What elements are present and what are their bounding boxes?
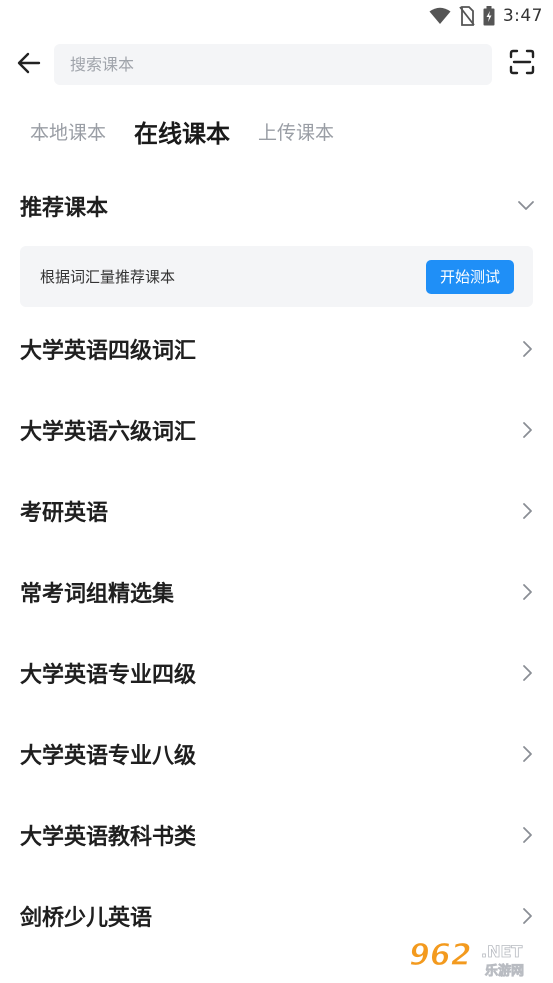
chevron-right-icon [521,502,533,520]
book-title: 剑桥少儿英语 [20,905,153,931]
status-bar: 3:47 [0,0,553,32]
list-item[interactable]: 大学英语专业四级 [0,632,553,713]
wifi-icon [429,7,451,25]
chevron-right-icon [521,826,533,844]
watermark-suffix: .NET [481,942,522,961]
recommend-section-header[interactable]: 推荐课本 [20,182,535,230]
book-list: 大学英语四级词汇 大学英语六级词汇 考研英语 常考词组精选集 大学英语专业四级 [0,308,553,956]
chevron-right-icon [521,745,533,763]
textbook-page: 3:47 本地课本 在线课本 上传课本 推荐课本 [0,0,553,983]
back-button[interactable] [14,50,44,80]
search-box[interactable] [54,44,492,85]
tab-upload-textbooks[interactable]: 上传课本 [258,118,334,145]
watermark-brand: 962 [409,938,472,973]
tab-local-textbooks[interactable]: 本地课本 [30,118,106,145]
scan-icon [509,49,535,79]
list-item[interactable]: 大学英语专业八级 [0,713,553,794]
book-title: 大学英语教科书类 [20,824,197,850]
list-item[interactable]: 考研英语 [0,470,553,551]
chevron-right-icon [521,583,533,601]
recommend-section-title: 推荐课本 [20,196,109,221]
book-title: 大学英语专业八级 [20,743,197,769]
watermark-logo: 962 .NET 乐游网 [407,935,545,979]
book-title: 常考词组精选集 [20,581,175,607]
arrow-left-icon [17,52,41,78]
book-title: 大学英语四级词汇 [20,338,197,364]
scan-button[interactable] [507,49,537,79]
tab-online-textbooks[interactable]: 在线课本 [134,114,230,149]
recommend-card-text: 根据词汇量推荐课本 [40,268,176,286]
watermark-sub: 乐游网 [485,963,524,977]
chevron-right-icon [521,907,533,925]
list-item[interactable]: 大学英语教科书类 [0,794,553,875]
battery-icon [483,6,495,26]
tab-bar: 本地课本 在线课本 上传课本 [30,108,334,154]
chevron-right-icon [521,664,533,682]
list-item[interactable]: 大学英语六级词汇 [0,389,553,470]
search-input[interactable] [70,55,492,74]
book-title: 大学英语六级词汇 [20,419,197,445]
list-item[interactable]: 常考词组精选集 [0,551,553,632]
chevron-right-icon [521,421,533,439]
book-title: 考研英语 [20,500,109,526]
book-title: 大学英语专业四级 [20,662,197,688]
list-item[interactable]: 大学英语四级词汇 [0,308,553,389]
no-sim-icon [459,6,475,26]
chevron-right-icon [521,340,533,358]
chevron-down-icon [517,197,535,216]
recommend-card: 根据词汇量推荐课本 开始测试 [20,246,533,307]
status-time: 3:47 [502,6,543,26]
start-test-button[interactable]: 开始测试 [426,259,514,294]
